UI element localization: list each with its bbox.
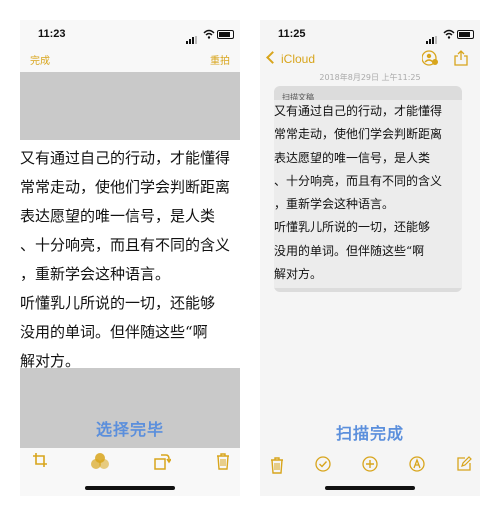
text-line: 没用的单词。但伴随这些“啊 — [274, 243, 425, 258]
rotate-icon[interactable] — [153, 452, 171, 470]
left-phone-screen: 11:23 完成 重拍 又有通过自己的行动，才能懂得 常常走动，使他们学会判断距… — [20, 20, 240, 496]
status-time: 11:25 — [278, 28, 306, 40]
text-line: 没用的单词。但伴随这些“啊 — [20, 323, 208, 341]
text-line: 、十分响亮，而且有不同的含义 — [20, 236, 231, 254]
scan-preview[interactable]: 又有通过自己的行动，才能懂得 常常走动，使他们学会判断距离 表达愿望的唯一信号，… — [20, 72, 240, 448]
add-icon[interactable] — [362, 456, 378, 472]
status-time: 11:23 — [38, 28, 66, 40]
text-line: 解对方。 — [274, 267, 323, 282]
signal-icon — [426, 32, 440, 44]
scanned-text: 又有通过自己的行动，才能懂得 常常走动，使他们学会判断距离 表达愿望的唯一信号，… — [274, 100, 462, 288]
note-date: 2018年8月29日 上午11:25 — [319, 73, 421, 82]
note-toolbar — [260, 456, 480, 476]
text-line: 表达愿望的唯一信号，是人类 — [274, 150, 431, 165]
back-label: iCloud — [281, 52, 316, 66]
overlay-caption: 扫描完成 — [335, 424, 404, 443]
status-bar: 11:23 — [20, 20, 240, 46]
back-button[interactable]: iCloud — [266, 51, 316, 66]
text-line: 、十分响亮，而且有不同的含义 — [274, 173, 443, 188]
add-people-icon[interactable] — [422, 50, 438, 66]
checklist-icon[interactable] — [315, 456, 331, 472]
scanned-text: 又有通过自己的行动，才能懂得 常常走动，使他们学会判断距离 表达愿望的唯一信号，… — [20, 144, 240, 368]
text-line: 又有通过自己的行动，才能懂得 — [20, 149, 231, 167]
home-indicator — [85, 486, 175, 490]
text-line: 常常走动，使他们学会判断距离 — [274, 127, 443, 142]
status-bar: 11:25 — [260, 20, 480, 46]
wifi-icon — [443, 29, 455, 39]
right-phone-screen: 11:25 iCloud 2018年8月29日 上午11:25 扫描文稿 又有通… — [260, 20, 480, 496]
scanned-document-card[interactable]: 扫描文稿 又有通过自己的行动，才能懂得 常常走动，使他们学会判断距离 表达愿望的… — [274, 86, 462, 292]
text-line: 表达愿望的唯一信号，是人类 — [20, 207, 216, 225]
battery-icon — [217, 30, 234, 39]
share-icon[interactable] — [454, 50, 468, 66]
signal-icon — [186, 32, 200, 44]
text-line: 解对方。 — [20, 352, 81, 368]
markup-icon[interactable] — [409, 456, 425, 472]
home-indicator — [325, 486, 415, 490]
text-line: 常常走动，使他们学会判断距离 — [20, 178, 231, 196]
crop-mask-top — [20, 72, 240, 140]
wifi-icon — [203, 29, 215, 39]
edit-toolbar — [20, 452, 240, 476]
text-line: 听懂乳儿所说的一切，还能够 — [20, 294, 216, 312]
color-filter-icon[interactable] — [90, 452, 110, 470]
crop-icon[interactable] — [32, 452, 48, 468]
chevron-left-icon — [266, 51, 279, 64]
trash-icon[interactable] — [270, 456, 284, 474]
battery-icon — [457, 30, 474, 39]
text-line: 听懂乳儿所说的一切，还能够 — [274, 220, 431, 235]
retake-button[interactable]: 重拍 — [210, 52, 230, 67]
compose-icon[interactable] — [456, 456, 472, 472]
text-line: ，重新学会这种语言。 — [20, 265, 171, 283]
overlay-caption: 选择完毕 — [95, 420, 164, 439]
done-button[interactable]: 完成 — [30, 52, 50, 67]
trash-icon[interactable] — [216, 452, 230, 470]
text-line: 又有通过自己的行动，才能懂得 — [274, 104, 443, 118]
text-line: ，重新学会这种语言。 — [274, 197, 395, 212]
